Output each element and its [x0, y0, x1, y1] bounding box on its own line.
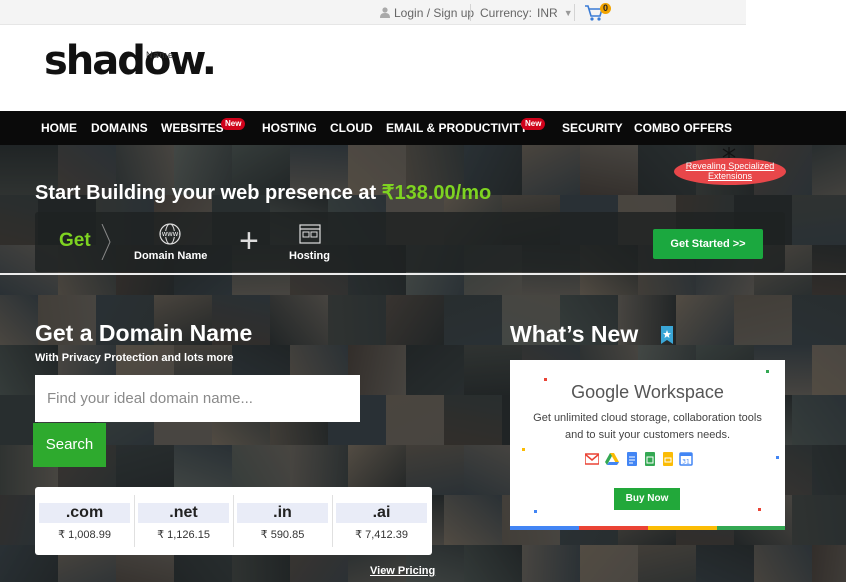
domain-search-button[interactable]: Search [33, 423, 106, 467]
calendar-icon: 31 [679, 452, 693, 466]
gmail-icon [585, 453, 599, 465]
google-workspace-promo-card: Google Workspace Get unlimited cloud sto… [510, 360, 785, 530]
google-color-strip [510, 526, 785, 530]
tld-price: ₹ 1,008.99 [58, 529, 111, 541]
tld-price-table: .com ₹ 1,008.99 .net ₹ 1,126.15 .in ₹ 59… [35, 487, 432, 555]
reveal-line-2: Extensions [707, 171, 753, 181]
drive-icon [605, 453, 619, 465]
tld-item[interactable]: .ai ₹ 7,412.39 [332, 497, 431, 549]
svg-text:31: 31 [682, 459, 690, 466]
nav-item-cloud[interactable]: CLOUD [330, 111, 373, 145]
nav-item-domains[interactable]: DOMAINS [91, 111, 148, 145]
cart-button[interactable]: 0 [584, 0, 611, 25]
whats-new-title: What’s New [510, 321, 639, 347]
nav-item-hosting[interactable]: HOSTING [262, 111, 317, 145]
currency-selector[interactable]: Currency: INR ▼ [480, 0, 573, 25]
top-utility-bar: Login / Sign up Currency: INR ▼ 0 [0, 0, 746, 25]
confetti-dot [534, 510, 537, 513]
reveal-line-1: Revealing Specialized [685, 161, 775, 171]
hero-headline-text: Start Building your web presence at [35, 182, 382, 204]
confetti-dot [776, 456, 779, 459]
currency-value: INR [537, 5, 558, 20]
confetti-dot [758, 508, 761, 511]
tld-price: ₹ 590.85 [260, 529, 305, 541]
workspace-description: Get unlimited cloud storage, collaborati… [533, 412, 762, 441]
logo-subword: Name [146, 50, 175, 60]
nav-item-security[interactable]: SECURITY [562, 111, 623, 145]
hero-headline: Start Building your web presence at ₹138… [35, 180, 491, 205]
cart-count-badge: 0 [600, 3, 611, 14]
tld-extension: .in [237, 503, 328, 523]
buy-now-button[interactable]: Buy Now [614, 488, 680, 510]
domain-section-title: Get a Domain Name [35, 320, 253, 346]
workspace-wordmark: Workspace [634, 382, 724, 402]
domain-section-subtitle: With Privacy Protection and lots more [35, 352, 234, 364]
docs-icon [627, 452, 637, 466]
logo-wordmark: shadow. [44, 38, 217, 84]
sheets-icon [645, 452, 655, 466]
tld-extension: .net [138, 503, 229, 523]
currency-label: Currency: [480, 5, 533, 20]
login-signup-label: Login / Sign up [394, 5, 475, 20]
chevron-right-icon [101, 224, 111, 260]
get-bundle-bar: Get WWW Domain Name + Hosting Get Starte… [35, 212, 785, 272]
tld-price: ₹ 1,126.15 [157, 529, 210, 541]
google-workspace-logo: Google Workspace [510, 382, 785, 403]
tld-extension: .ai [336, 503, 427, 523]
google-wordmark: Google [571, 382, 630, 402]
svg-text:WWW: WWW [162, 232, 179, 238]
chevron-down-icon: ▼ [563, 7, 573, 18]
plus-icon: + [239, 222, 259, 260]
domain-search-input[interactable] [35, 375, 360, 422]
nav-item-websites[interactable]: WEBSITES [161, 111, 224, 145]
section-divider [0, 273, 846, 275]
globe-www-icon: WWW [159, 223, 181, 245]
view-pricing-link[interactable]: View Pricing [370, 565, 435, 577]
tld-extension: .com [39, 503, 130, 523]
main-navigation: HOME DOMAINS WEBSITES New HOSTING CLOUD … [0, 111, 846, 145]
get-started-button[interactable]: Get Started >> [653, 229, 763, 259]
nav-item-home[interactable]: HOME [41, 111, 77, 145]
tld-item[interactable]: .in ₹ 590.85 [233, 497, 332, 549]
topbar-divider [470, 4, 471, 21]
confetti-dot [544, 378, 547, 381]
hero-price: ₹138.00/mo [381, 182, 492, 204]
topbar-divider [574, 4, 575, 21]
tld-item[interactable]: .net ₹ 1,126.15 [134, 497, 233, 549]
domain-name-label: Domain Name [134, 250, 208, 262]
slides-icon [663, 452, 673, 466]
tld-price: ₹ 7,412.39 [355, 529, 408, 541]
get-label: Get [59, 230, 91, 251]
site-logo[interactable]: shadow. Name [44, 38, 244, 98]
hosting-label: Hosting [289, 250, 330, 262]
confetti-dot [522, 448, 525, 451]
hosting-window-icon [299, 224, 321, 244]
new-badge: New [221, 118, 246, 130]
new-badge: New [521, 118, 546, 130]
nav-item-email-productivity[interactable]: EMAIL & PRODUCTIVITY [386, 111, 528, 145]
bookmark-star-icon [661, 326, 673, 344]
workspace-app-icons: 31 [585, 452, 715, 468]
nav-item-combo-offers[interactable]: COMBO OFFERS [634, 111, 732, 145]
confetti-dot [766, 370, 769, 373]
tld-item[interactable]: .com ₹ 1,008.99 [35, 497, 134, 549]
revealing-extensions-link[interactable]: Revealing Specialized Extensions [674, 158, 786, 185]
login-signup-link[interactable]: Login / Sign up [380, 0, 474, 25]
user-icon [380, 7, 390, 18]
